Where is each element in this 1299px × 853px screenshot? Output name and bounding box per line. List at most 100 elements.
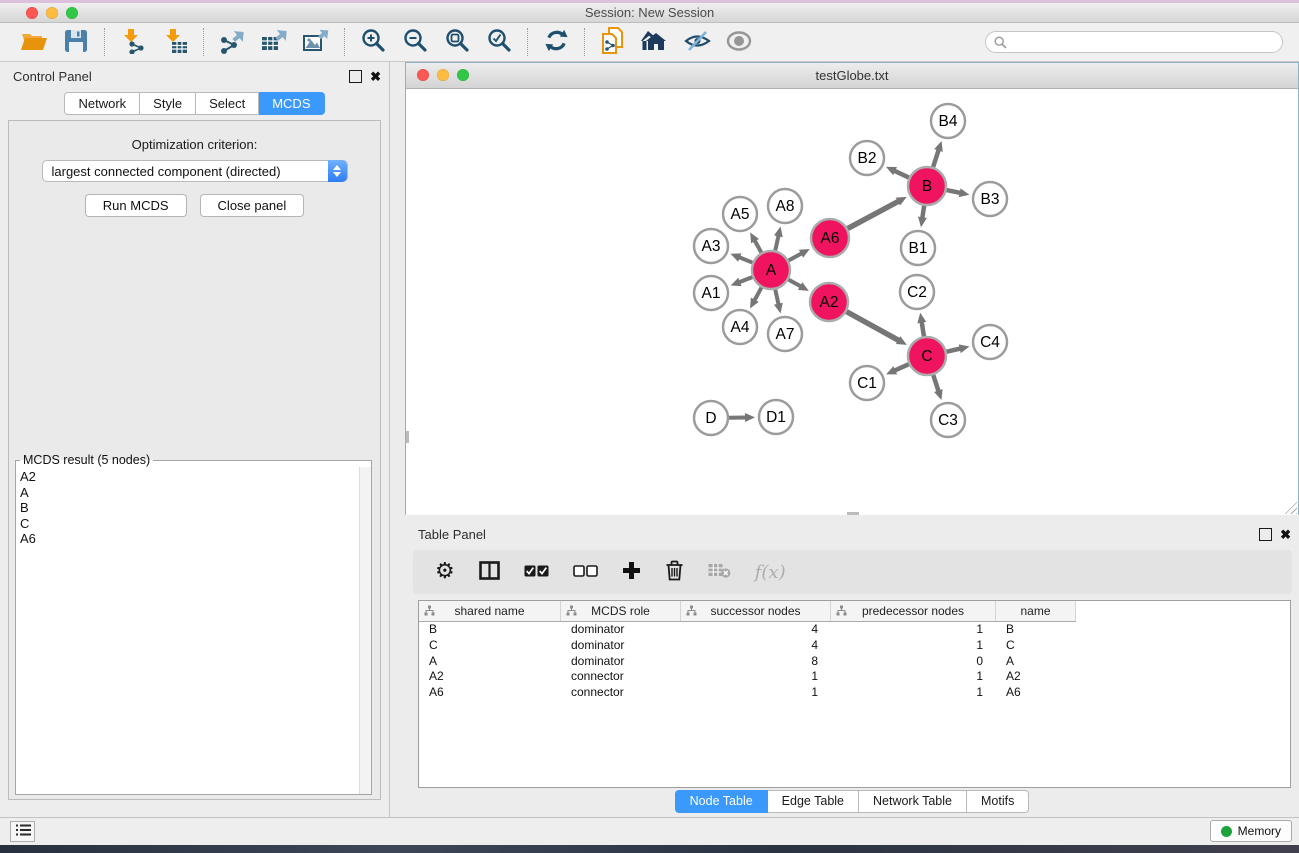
zoom-window-button[interactable] <box>66 7 78 19</box>
column-header-name[interactable]: name <box>996 601 1076 621</box>
graph-edge-C-C1[interactable] <box>894 364 908 370</box>
close-table-panel-icon[interactable]: ✖ <box>1280 529 1291 540</box>
graph-edge-A6-B[interactable] <box>848 201 899 228</box>
graph-edge-A-A1[interactable] <box>739 277 752 282</box>
memory-button[interactable]: Memory <box>1210 820 1292 842</box>
tab-select[interactable]: Select <box>196 92 259 115</box>
zoom-fit-button[interactable] <box>442 27 472 57</box>
import-network-button[interactable] <box>118 27 148 57</box>
tab-mcds[interactable]: MCDS <box>259 92 324 115</box>
mcds-result-item[interactable]: A6 <box>20 531 371 547</box>
graph-edge-B-B2[interactable] <box>894 171 909 178</box>
zoom-network-window-button[interactable] <box>457 69 469 81</box>
table-cell: A2 <box>996 669 1076 685</box>
import-network-icon <box>120 28 146 57</box>
table-row[interactable]: Cdominator41C <box>419 638 1290 654</box>
save-session-button[interactable] <box>61 27 91 57</box>
delete-column-button[interactable] <box>665 557 684 587</box>
zoom-out-button[interactable] <box>400 27 430 57</box>
table-body: Bdominator41BCdominator41CAdominator80AA… <box>419 622 1290 701</box>
search-input[interactable] <box>985 31 1283 53</box>
hide-edges-button[interactable] <box>682 27 712 57</box>
search-field-wrap <box>985 31 1283 53</box>
function-builder-button[interactable]: f(x) <box>755 557 786 587</box>
float-table-panel-icon[interactable] <box>1259 528 1272 541</box>
select-all-rows-button[interactable] <box>524 557 549 587</box>
mcds-result-item[interactable]: A2 <box>20 469 371 485</box>
graph-node-label: B1 <box>909 240 928 257</box>
table-row[interactable]: Bdominator41B <box>419 622 1290 638</box>
gear-icon: ⚙ <box>435 561 455 583</box>
show-all-networks-button[interactable] <box>640 27 670 57</box>
mcds-result-item[interactable]: B <box>20 500 371 516</box>
float-panel-icon[interactable] <box>349 70 362 83</box>
export-network-button[interactable] <box>217 27 247 57</box>
tab-motifs[interactable]: Motifs <box>967 790 1029 813</box>
tab-edge-table[interactable]: Edge Table <box>768 790 859 813</box>
table-row[interactable]: A2connector11A2 <box>419 669 1290 685</box>
graph-edge-B-B4[interactable] <box>933 150 939 167</box>
minimize-window-button[interactable] <box>46 7 58 19</box>
network-canvas[interactable]: B4B2BB3A8A5A6B1A3AC2A1A2A4A7C4CC1C3DD1 <box>406 89 1298 515</box>
table-cell: 1 <box>831 669 996 685</box>
app-window: Session: New Session <box>0 0 1299 853</box>
graph-edge-B-B3[interactable] <box>947 190 961 193</box>
close-panel-icon[interactable]: ✖ <box>370 71 381 82</box>
column-header-successor-nodes[interactable]: successor nodes <box>681 601 831 621</box>
graph-edge-C-C2[interactable] <box>922 322 924 337</box>
create-column-button[interactable] <box>622 557 641 587</box>
export-table-button[interactable] <box>259 27 289 57</box>
table-settings-button[interactable]: ⚙ <box>435 557 455 587</box>
delete-table-button[interactable] <box>708 557 731 587</box>
result-scrollbar[interactable] <box>359 467 371 794</box>
delete-table-icon <box>708 562 731 582</box>
show-graphics-button[interactable] <box>724 27 754 57</box>
graph-edge-A-A8[interactable] <box>775 235 778 250</box>
graph-edge-A-A3[interactable] <box>739 257 753 262</box>
graph-edge-A-A6[interactable] <box>789 253 802 260</box>
column-header-predecessor-nodes[interactable]: predecessor nodes <box>831 601 996 621</box>
mcds-result-item[interactable]: A <box>20 485 371 501</box>
import-table-button[interactable] <box>160 27 190 57</box>
table-row[interactable]: A6connector11A6 <box>419 685 1290 701</box>
table-row[interactable]: Adominator80A <box>419 654 1290 670</box>
graph-edge-A-A4[interactable] <box>754 288 761 301</box>
graph-edge-A-A7[interactable] <box>775 290 778 305</box>
mcds-result-item[interactable]: C <box>20 516 371 532</box>
graph-edge-C-C3[interactable] <box>933 375 938 391</box>
apply-layout-button[interactable] <box>541 27 571 57</box>
graph-edge-arrowhead <box>745 413 755 422</box>
tab-network-table[interactable]: Network Table <box>859 790 967 813</box>
run-mcds-button[interactable]: Run MCDS <box>85 194 187 217</box>
graph-node-label: C2 <box>907 284 927 301</box>
column-header-mcds-role[interactable]: MCDS role <box>561 601 681 621</box>
criterion-select[interactable]: largest connected component (directed) <box>42 160 348 182</box>
zoom-selected-button[interactable] <box>484 27 514 57</box>
graph-edge-A-A5[interactable] <box>755 240 762 252</box>
table-header-row: shared nameMCDS rolesuccessor nodesprede… <box>419 601 1076 622</box>
tab-node-table[interactable]: Node Table <box>675 790 768 813</box>
close-window-button[interactable] <box>26 7 38 19</box>
close-network-window-button[interactable] <box>417 69 429 81</box>
canvas-scroll-indicator-horizontal <box>847 512 859 515</box>
open-session-button[interactable] <box>19 27 49 57</box>
graph-edge-A-A2[interactable] <box>789 280 801 287</box>
export-network-icon <box>219 28 245 57</box>
clone-network-button[interactable] <box>598 27 628 57</box>
close-panel-button[interactable]: Close panel <box>200 194 305 217</box>
graph-edge-C-C4[interactable] <box>947 349 961 352</box>
graph-edge-B-B1[interactable] <box>922 206 924 219</box>
graph-node-label: A3 <box>702 238 721 255</box>
column-header-shared-name[interactable]: shared name <box>419 601 561 621</box>
show-panels-list-button[interactable] <box>10 821 35 842</box>
mcds-result-list: A2ABCA6 <box>16 467 371 547</box>
export-image-button[interactable] <box>301 27 331 57</box>
column-visibility-button[interactable] <box>479 557 500 587</box>
deselect-all-rows-button[interactable] <box>573 557 598 587</box>
tab-network[interactable]: Network <box>64 92 140 115</box>
table-cell: dominator <box>561 638 681 654</box>
tab-style[interactable]: Style <box>140 92 196 115</box>
minimize-network-window-button[interactable] <box>437 69 449 81</box>
zoom-in-button[interactable] <box>358 27 388 57</box>
graph-edge-A2-C[interactable] <box>847 312 899 341</box>
